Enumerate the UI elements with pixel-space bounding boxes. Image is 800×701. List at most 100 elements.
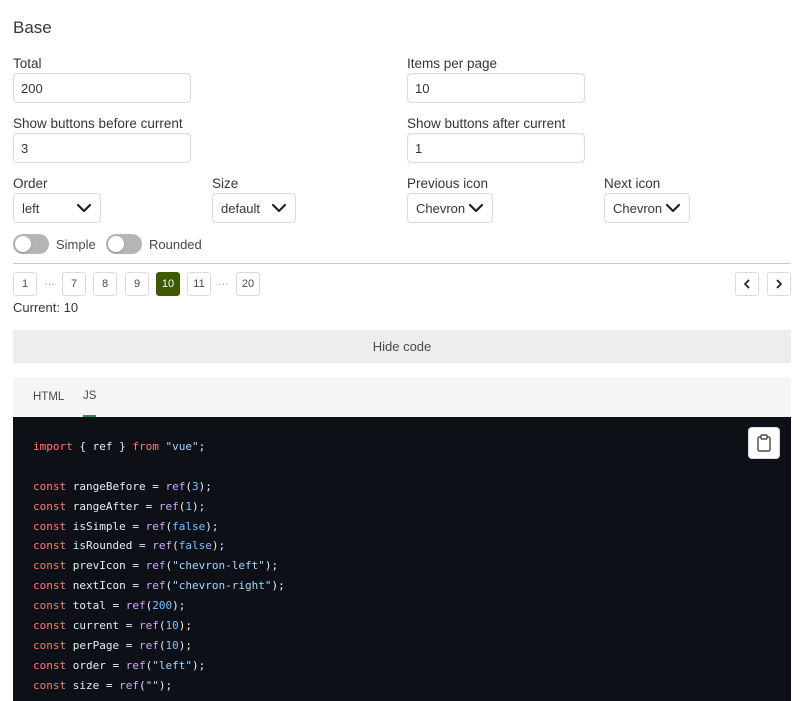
code-punctuation: (: [139, 678, 146, 692]
code-line: const isRounded = ref(false);: [33, 536, 285, 556]
rounded-switch-label: Rounded: [149, 236, 202, 252]
code-punctuation: );: [192, 658, 206, 672]
simple-switch-knob: [15, 236, 31, 252]
code-punctuation: =: [119, 638, 139, 652]
code-punctuation: [66, 659, 73, 672]
code-punctuation: (: [185, 479, 192, 493]
rounded-switch[interactable]: Rounded: [106, 234, 202, 254]
code-punctuation: );: [191, 499, 206, 513]
code-punctuation: [66, 679, 73, 692]
code-identifier: nextIcon: [72, 579, 126, 593]
code-punctuation: =: [132, 539, 153, 553]
code-keyword: const: [33, 499, 67, 513]
simple-switch-track[interactable]: [13, 234, 49, 254]
page-link-8[interactable]: 8: [93, 272, 117, 296]
code-punctuation: (: [172, 539, 179, 553]
code-tab-bar: HTML JS: [13, 377, 791, 417]
simple-switch[interactable]: Simple: [13, 234, 96, 254]
code-punctuation: [66, 520, 73, 533]
pagination-ellipsis: …: [44, 276, 55, 288]
code-function: ref: [125, 599, 146, 613]
code-keyword: const: [33, 638, 67, 652]
page-link-1[interactable]: 1: [13, 272, 37, 296]
next-icon-select[interactable]: Chevron: [604, 193, 690, 223]
page-link-20[interactable]: 20: [236, 272, 260, 296]
code-identifier: ref: [92, 440, 113, 453]
code-number: 3: [191, 479, 199, 493]
code-identifier: rangeAfter: [72, 499, 139, 513]
rounded-switch-track[interactable]: [106, 234, 142, 254]
buttons-after-label: Show buttons after current: [407, 116, 566, 131]
code-punctuation: [66, 500, 73, 513]
code-function: ref: [145, 519, 166, 533]
size-select-value: default: [221, 200, 261, 216]
code-string: "left": [152, 658, 192, 672]
code-punctuation: );: [271, 579, 285, 593]
code-keyword: const: [33, 479, 67, 493]
code-keyword: import: [33, 440, 73, 453]
code-punctuation: }: [112, 440, 133, 453]
page-link-10-current[interactable]: 10: [156, 272, 180, 296]
code-line: import { ref } from "vue";: [33, 437, 285, 457]
code-function: ref: [145, 559, 166, 573]
code-number: 1: [185, 499, 192, 513]
code-function: ref: [152, 539, 173, 553]
current-label: Current:: [13, 300, 60, 315]
hide-code-button[interactable]: Hide code: [13, 330, 791, 363]
chevron-down-icon: [76, 203, 92, 213]
code-identifier: perPage: [72, 638, 120, 652]
tab-html[interactable]: HTML: [33, 377, 64, 417]
total-label: Total: [13, 56, 42, 71]
chevron-down-icon: [468, 203, 484, 213]
buttons-before-input[interactable]: [13, 133, 191, 163]
code-line: const current = ref(10);: [33, 616, 285, 636]
buttons-after-input[interactable]: [407, 133, 585, 163]
code-identifier: total: [72, 599, 106, 613]
code-line: const total = ref(200);: [33, 596, 285, 616]
code-keyword: const: [33, 539, 67, 553]
code-keyword: const: [33, 519, 67, 533]
next-page-button[interactable]: [767, 272, 791, 296]
code-number: 10: [165, 619, 179, 633]
page-link-11[interactable]: 11: [187, 272, 211, 296]
page-link-7[interactable]: 7: [62, 272, 86, 296]
code-punctuation: =: [105, 599, 126, 613]
chevron-left-icon: [744, 279, 750, 289]
code-literal: false: [178, 539, 212, 553]
code-identifier: isSimple: [72, 519, 126, 533]
items-per-page-input[interactable]: [407, 73, 585, 103]
code-line: const prevIcon = ref("chevron-left");: [33, 556, 285, 576]
code-punctuation: =: [138, 499, 159, 513]
chevron-down-icon: [665, 203, 681, 213]
code-punctuation: [66, 559, 73, 572]
next-icon-label: Next icon: [604, 176, 661, 191]
code-punctuation: =: [105, 658, 126, 672]
code-identifier: isRounded: [72, 539, 133, 553]
previous-icon-label: Previous icon: [407, 176, 489, 191]
code-punctuation: [66, 639, 73, 652]
code-punctuation: ;: [198, 440, 206, 453]
tab-js[interactable]: JS: [83, 377, 97, 417]
code-string: "chevron-left": [172, 559, 265, 573]
code-identifier: prevIcon: [72, 559, 126, 573]
page-link-9[interactable]: 9: [125, 272, 149, 296]
code-keyword: const: [33, 658, 67, 672]
code-number: 10: [165, 638, 179, 652]
code-punctuation: [66, 599, 73, 612]
chevron-right-icon: [776, 279, 782, 289]
size-select[interactable]: default: [212, 193, 296, 223]
divider: [13, 263, 791, 264]
order-select[interactable]: left: [13, 193, 101, 223]
code-line: const isSimple = ref(false);: [33, 517, 285, 537]
previous-icon-select-value: Chevron: [416, 200, 466, 216]
previous-page-button[interactable]: [735, 272, 759, 296]
code-keyword: const: [33, 619, 67, 633]
copy-code-button[interactable]: [748, 427, 780, 459]
code-punctuation: );: [178, 619, 192, 633]
code-function: ref: [138, 619, 159, 633]
code-content: import { ref } from "vue"; const rangeBef…: [33, 437, 285, 696]
code-punctuation: [66, 480, 73, 493]
previous-icon-select[interactable]: Chevron: [407, 193, 493, 223]
total-input[interactable]: [13, 73, 191, 103]
